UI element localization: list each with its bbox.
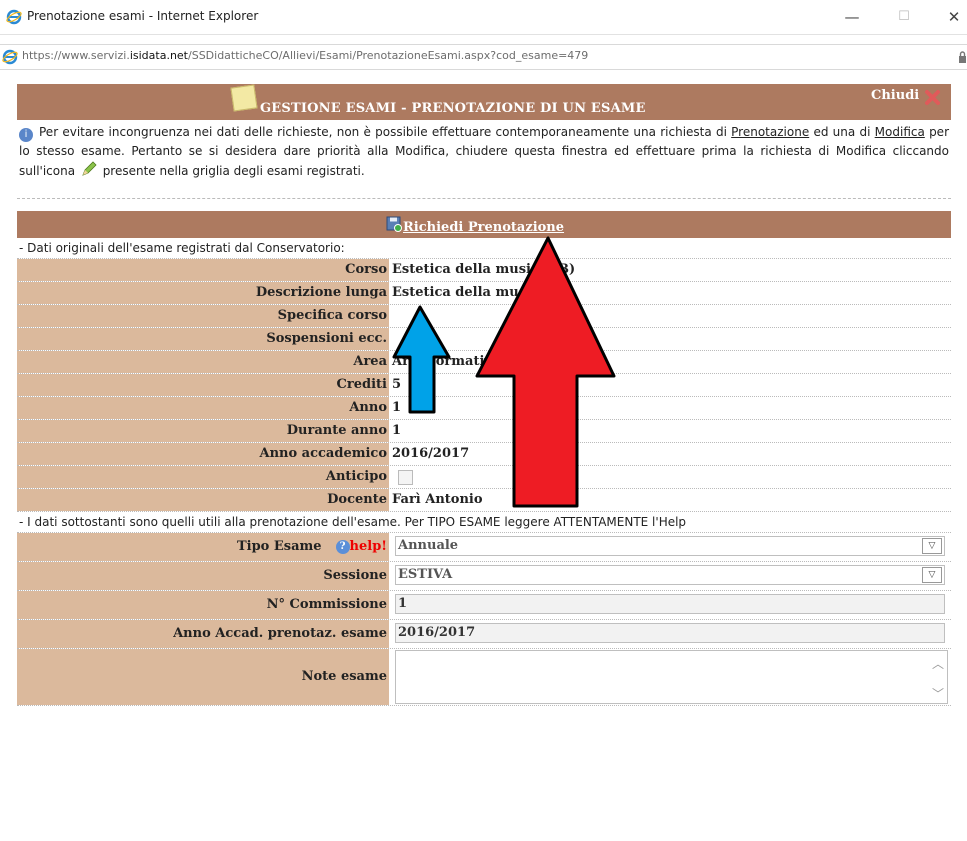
page-header: GESTIONE ESAMI - PRENOTAZIONE DI UN ESAM… <box>17 84 951 120</box>
commissione-field: 1 <box>395 594 945 614</box>
info-text-1: Per evitare incongruenza nei dati delle … <box>39 125 732 139</box>
row-commissione: N° Commissione 1 <box>17 591 951 620</box>
sessione-select[interactable]: ESTIVA ▽ <box>395 565 945 585</box>
page-title: GESTIONE ESAMI - PRENOTAZIONE DI UN ESAM… <box>260 101 646 116</box>
page-content: GESTIONE ESAMI - PRENOTAZIONE DI UN ESAM… <box>17 84 951 706</box>
scroll-up-icon[interactable]: ︿ <box>932 655 944 671</box>
help-link[interactable]: help! <box>350 539 387 554</box>
anticipo-checkbox[interactable] <box>398 470 413 485</box>
maximize-button[interactable]: ☐ <box>884 4 924 30</box>
minimize-button[interactable]: — <box>832 4 872 30</box>
save-disk-icon <box>386 216 402 232</box>
row-anticipo: Anticipo <box>17 466 951 489</box>
notepad-icon <box>230 84 258 112</box>
modifica-link[interactable]: Modifica <box>875 125 925 139</box>
window-titlebar: Prenotazione esami - Internet Explorer —… <box>0 0 967 35</box>
scroll-down-icon[interactable]: ﹀ <box>932 685 944 701</box>
info-text-2: ed una di <box>809 125 875 139</box>
chiudi-link[interactable]: Chiudi <box>871 88 919 103</box>
row-durante-anno: Durante anno 1 <box>17 420 951 443</box>
chevron-down-icon[interactable]: ▽ <box>922 567 942 583</box>
row-area: Area Area formativa <box>17 351 951 374</box>
row-descrizione-lunga: Descrizione lunga Estetica della musica <box>17 282 951 305</box>
window-title: Prenotazione esami - Internet Explorer <box>27 9 259 23</box>
anno-prenotazione-field: 2016/2017 <box>395 623 945 643</box>
row-crediti: Crediti 5 <box>17 374 951 397</box>
internet-explorer-icon <box>2 49 18 65</box>
original-data-caption: - Dati originali dell'esame registrati d… <box>17 238 951 259</box>
lock-icon <box>959 51 966 63</box>
row-corso: Corso Estetica della musica (B) <box>17 259 951 282</box>
action-bar: Richiedi Prenotazione <box>17 211 951 238</box>
row-specifica-corso: Specifica corso <box>17 305 951 328</box>
address-bar[interactable]: https://www.servizi.isidata.net/SSDidatt… <box>0 44 967 70</box>
internet-explorer-icon <box>6 9 22 25</box>
tipo-esame-label: Tipo Esame <box>236 539 322 554</box>
row-anno: Anno 1 <box>17 397 951 420</box>
row-tipo-esame: Tipo Esame? help! Annuale ▽ <box>17 533 951 562</box>
tipo-esame-select[interactable]: Annuale ▽ <box>395 536 945 556</box>
note-esame-textarea[interactable]: ︿ ﹀ <box>395 650 948 704</box>
prenotazione-link[interactable]: Prenotazione <box>731 125 809 139</box>
info-icon: i <box>19 128 33 142</box>
info-text-4: presente nella griglia degli esami regis… <box>98 164 365 178</box>
row-anno-accademico: Anno accademico 2016/2017 <box>17 443 951 466</box>
row-note-esame: Note esame ︿ ﹀ <box>17 649 951 706</box>
row-sospensioni: Sospensioni ecc. <box>17 328 951 351</box>
address-url: https://www.servizi.isidata.net/SSDidatt… <box>22 49 589 62</box>
row-sessione: Sessione ESTIVA ▽ <box>17 562 951 591</box>
row-anno-prenotazione: Anno Accad. prenotaz. esame 2016/2017 <box>17 620 951 649</box>
close-x-icon[interactable] <box>924 88 942 106</box>
info-message: i Per evitare incongruenza nei dati delle… <box>17 120 951 199</box>
close-window-button[interactable]: ✕ <box>934 4 967 30</box>
booking-caption: - I dati sottostanti sono quelli utili a… <box>17 512 951 533</box>
richiedi-prenotazione-link[interactable]: Richiedi Prenotazione <box>403 220 564 235</box>
pencil-icon <box>82 161 97 176</box>
row-docente: Docente Farì Antonio <box>17 489 951 512</box>
chevron-down-icon[interactable]: ▽ <box>922 538 942 554</box>
help-icon[interactable]: ? <box>335 540 350 554</box>
